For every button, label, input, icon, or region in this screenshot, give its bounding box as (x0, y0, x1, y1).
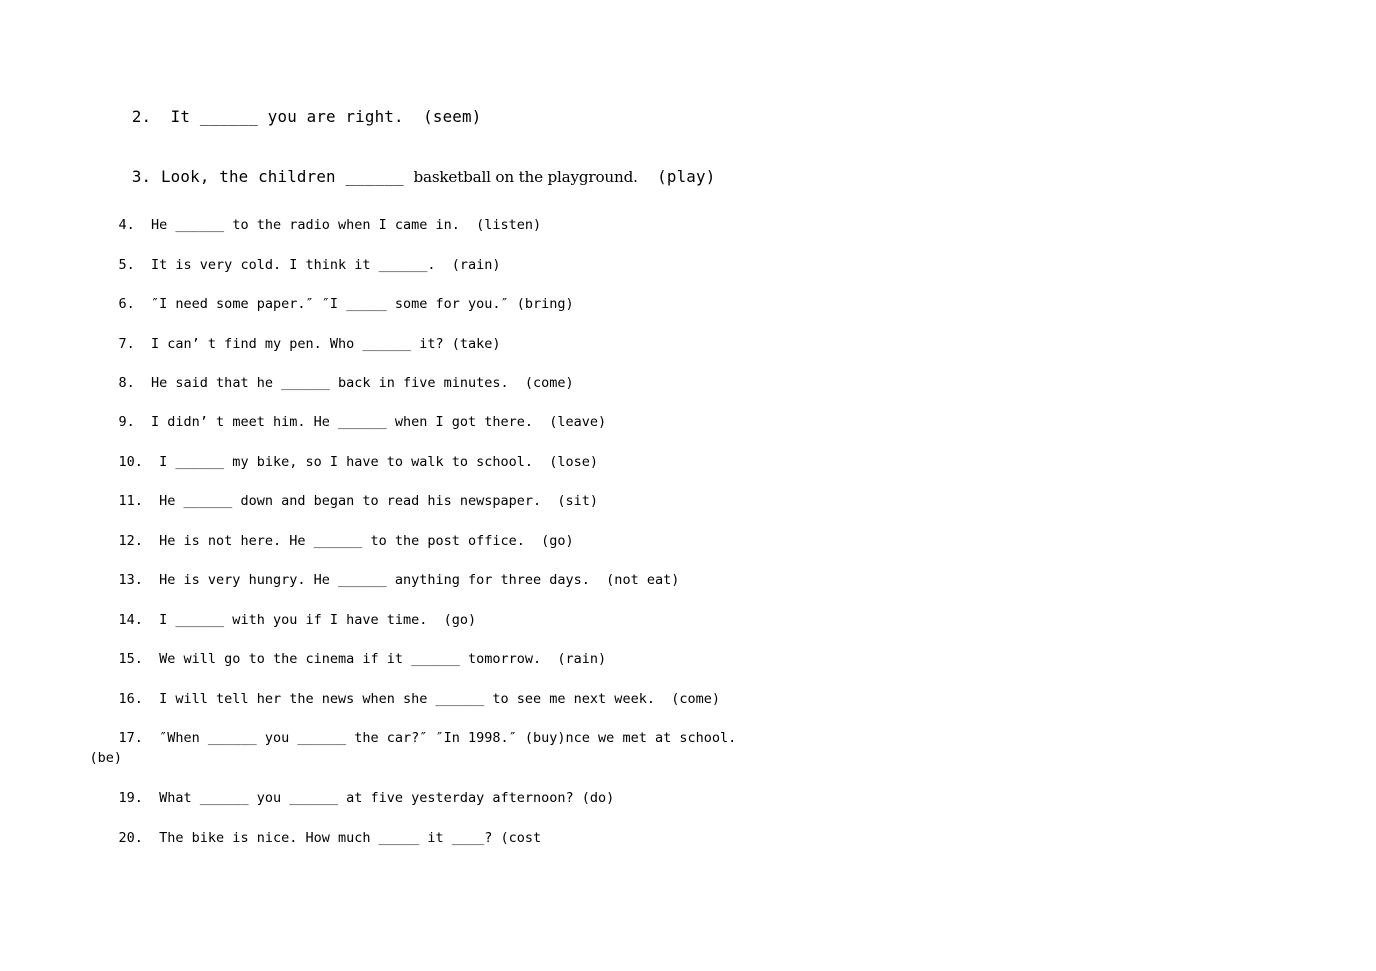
item-number: 17. (118, 730, 143, 746)
item-text: He is very hungry. He ______ anything fo… (142, 572, 680, 588)
item-number: 5. (118, 257, 135, 273)
item-number: 15. (118, 651, 143, 667)
item-text: I will tell her the news when she ______… (142, 691, 720, 707)
item-number: 3. (131, 167, 152, 186)
item-text: He is not here. He ______ to the post of… (142, 533, 574, 549)
item-number: 9. (118, 414, 135, 430)
exercise-item-20: 20. The bike is nice. How much _____ it … (86, 811, 542, 865)
item-number: 8. (118, 375, 135, 391)
item-text: I can’ t find my pen. Who ______ it? (ta… (134, 336, 501, 352)
item-text: The bike is nice. How much _____ it ____… (142, 830, 542, 846)
item-text: He ______ to the radio when I came in. (… (134, 217, 542, 233)
item-text: He said that he ______ back in five minu… (134, 375, 574, 391)
item-text: I didn’ t meet him. He ______ when I got… (134, 414, 607, 430)
item-text: We will go to the cinema if it ______ to… (142, 651, 607, 667)
item-text: I ______ my bike, so I have to walk to s… (142, 454, 599, 470)
item-number: 4. (118, 217, 135, 233)
item-number: 2. (131, 107, 152, 126)
item-text: It is very cold. I think it ______. (rai… (134, 257, 501, 273)
item-text: It ______ you are right. (seem) (151, 107, 482, 126)
item-number: 12. (118, 533, 143, 549)
item-text: I ______ with you if I have time. (go) (142, 612, 477, 628)
item-text-part-c: (play) (637, 167, 716, 186)
item-text: What ______ you ______ at five yesterday… (142, 790, 615, 806)
exercise-item-2: 2. It ______ you are right. (seem) (93, 87, 481, 147)
item-number: 11. (118, 493, 143, 509)
item-number: 13. (118, 572, 143, 588)
worksheet-page: 2. It ______ you are right. (seem) 3. Lo… (0, 0, 1376, 971)
item-number: 7. (118, 336, 135, 352)
item-number: 14. (118, 612, 143, 628)
item-number: 16. (118, 691, 143, 707)
item-text-part-b: basketball on the playground. (413, 168, 638, 186)
item-number: 6. (118, 296, 135, 312)
item-text-part-a: Look, the children ______ (151, 167, 414, 186)
item-text: ″When ______ you ______ the car?″ ″In 19… (142, 730, 737, 746)
continuation-text: (be) (89, 750, 123, 766)
item-number: 20. (118, 830, 143, 846)
item-number: 10. (118, 454, 143, 470)
exercise-item-17: 17. ″When ______ you ______ the car?″ ″I… (86, 711, 737, 765)
item-text: ″I need some paper.″ ″I _____ some for y… (134, 296, 574, 312)
item-text: He ______ down and began to read his new… (142, 493, 599, 509)
item-number: 19. (118, 790, 143, 806)
